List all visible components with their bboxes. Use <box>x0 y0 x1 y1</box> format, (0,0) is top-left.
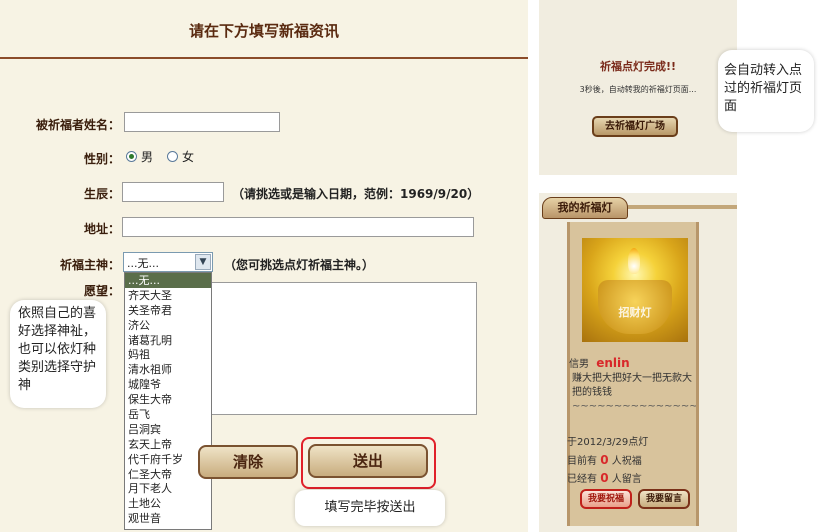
bless-button[interactable]: 我要祝福 <box>580 489 632 509</box>
my-lamp-tab[interactable]: 我的祈福灯 <box>542 197 628 219</box>
blessers-count: 0 <box>600 453 609 467</box>
user-name[interactable]: enlin <box>596 356 629 370</box>
blessers-line: 目前有 0 人祝福 <box>567 452 642 467</box>
gender-label: 性别： <box>83 152 120 166</box>
deity-option[interactable]: 济公 <box>125 318 211 333</box>
comment-button[interactable]: 我要留言 <box>638 489 690 509</box>
gender-female-label: 女 <box>182 150 195 164</box>
deity-option[interactable]: 吕洞宾 <box>125 422 211 437</box>
chevron-down-icon[interactable]: ▼ <box>195 254 211 270</box>
messages-prefix: 已经有 <box>567 474 597 485</box>
deity-selected-value: ...无... <box>127 257 159 270</box>
wish-text: 赚大把大把好大一把无款大把的钱钱 <box>572 373 692 398</box>
completion-title: 祈福点灯完成!! <box>599 60 677 73</box>
address-label: 地址： <box>83 222 120 236</box>
name-label: 被祈福者姓名： <box>35 118 120 132</box>
birth-label: 生辰： <box>83 187 120 201</box>
callout-deity-tip: 依照自己的喜好选择神祉，也可以依灯种类别选择守护神 <box>10 300 106 408</box>
deity-option[interactable]: 月下老人 <box>125 481 211 496</box>
wish-label: 愿望： <box>83 284 120 298</box>
deity-option[interactable]: 齐天大圣 <box>125 288 211 303</box>
deity-select[interactable]: ...无... ▼ <box>123 252 213 272</box>
deity-label: 祈福主神： <box>59 258 120 272</box>
completion-message: 3秒後，自动转我的祈福灯页面... <box>579 85 697 94</box>
messages-suffix: 人留言 <box>611 474 642 485</box>
lamp-stamp: 招财灯 <box>618 306 652 319</box>
deity-hint: （您可挑选点灯祈福主神。） <box>224 258 375 272</box>
lit-date: 于2012/3/29点灯 <box>567 437 649 448</box>
go-plaza-button[interactable]: 去祈福灯广场 <box>592 116 678 137</box>
wish-divider: ~~~~~~~~~~~~~~~~~~~~~~~~ <box>572 401 696 412</box>
callout-submit-tip: 填写完毕按送出 <box>295 490 445 526</box>
form-title: 请在下方填写新福资讯 <box>188 22 339 40</box>
messages-line: 已经有 0 人留言 <box>567 470 642 485</box>
deity-option[interactable]: ...无... <box>125 273 211 288</box>
address-input[interactable] <box>122 217 474 237</box>
birth-hint: （请挑选或是输入日期，范例：1969/9/20） <box>232 187 480 201</box>
deity-option[interactable]: 关圣帝君 <box>125 303 211 318</box>
lamp-flame-icon <box>628 248 640 274</box>
gender-options: 男 女 <box>126 148 194 165</box>
callout-redirect-tip: 会自动转入点过的祈福灯页面 <box>718 50 814 132</box>
blessers-suffix: 人祝福 <box>611 456 642 467</box>
blessers-prefix: 目前有 <box>567 456 597 467</box>
gender-male-radio[interactable] <box>126 151 137 162</box>
deity-option[interactable]: 岳飞 <box>125 407 211 422</box>
deity-option[interactable]: 土地公 <box>125 496 211 511</box>
gender-male-label: 男 <box>141 150 154 164</box>
deity-option[interactable]: 诸葛孔明 <box>125 333 211 348</box>
deity-option[interactable]: 妈祖 <box>125 347 211 362</box>
user-line: 信男 enlin <box>569 355 630 370</box>
title-divider <box>0 57 528 59</box>
deity-option[interactable]: 观世音 <box>125 511 211 526</box>
clear-button[interactable]: 清除 <box>198 445 298 479</box>
deity-option[interactable]: 清水祖师 <box>125 362 211 377</box>
user-gender: 信男 <box>569 359 589 370</box>
deity-option[interactable]: 城隍爷 <box>125 377 211 392</box>
my-lamp-header-bar <box>628 205 737 209</box>
name-input[interactable] <box>124 112 280 132</box>
messages-count: 0 <box>600 471 609 485</box>
submit-button[interactable]: 送出 <box>308 444 428 478</box>
deity-dropdown-list[interactable]: ...无... 齐天大圣 关圣帝君 济公 诸葛孔明 妈祖 清水祖师 城隍爷 保生大帝 岳飞 吕洞宾玄… <box>124 272 212 530</box>
birth-input[interactable] <box>122 182 224 202</box>
gender-female-radio[interactable] <box>167 151 179 162</box>
deity-option[interactable]: 保生大帝 <box>125 392 211 407</box>
